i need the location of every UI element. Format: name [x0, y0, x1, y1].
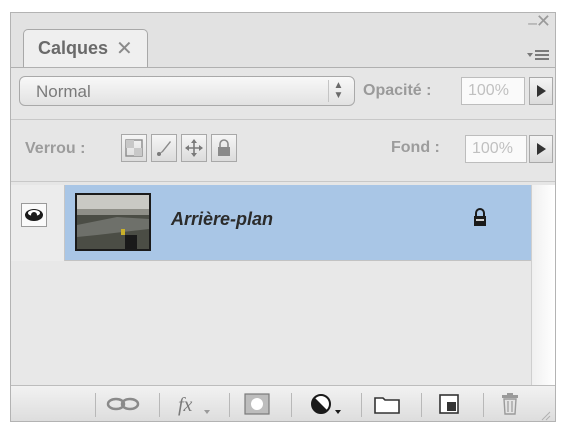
- new-layer-icon: [439, 394, 459, 414]
- layers-bottom-toolbar: fx: [11, 385, 555, 421]
- divider: [159, 393, 160, 417]
- fill-field[interactable]: 100%: [465, 135, 527, 163]
- adjustment-layer-button[interactable]: [299, 390, 355, 418]
- lock-position-icon: [185, 139, 203, 157]
- panel-tab-strip: Calques ✕ – ✕: [11, 13, 555, 68]
- link-layers-button[interactable]: [99, 390, 147, 418]
- tab-label: Calques: [38, 38, 109, 58]
- opacity-slider-button[interactable]: [529, 77, 553, 105]
- lock-image-pixels-button[interactable]: [151, 134, 177, 162]
- lock-all-icon: [218, 139, 230, 156]
- play-arrow-icon: [537, 85, 546, 97]
- layer-style-fx-icon: fx: [178, 394, 210, 416]
- new-layer-button[interactable]: [425, 390, 473, 418]
- lock-position-button[interactable]: [181, 134, 207, 162]
- resize-grip-icon[interactable]: [539, 409, 551, 421]
- divider: [11, 119, 555, 120]
- tab-calques[interactable]: Calques ✕: [23, 29, 148, 67]
- opacity-field[interactable]: 100%: [461, 77, 525, 105]
- layers-panel: Calques ✕ – ✕ Normal ▲ ▼ Opacité : 100% V…: [10, 12, 556, 422]
- new-group-icon: [374, 397, 400, 414]
- delete-layer-button[interactable]: [487, 390, 533, 418]
- blend-mode-select[interactable]: Normal ▲ ▼: [19, 76, 355, 106]
- lock-transparent-pixels-button[interactable]: [121, 134, 147, 162]
- lock-label: Verrou :: [25, 140, 86, 157]
- close-tab-icon[interactable]: ✕: [116, 39, 133, 59]
- lock-transparent-pixels-icon: [125, 139, 143, 157]
- fill-label: Fond :: [391, 139, 440, 156]
- close-panel-icon[interactable]: ✕: [536, 13, 551, 32]
- visibility-cell[interactable]: [11, 185, 65, 261]
- divider: [11, 181, 555, 182]
- svg-text:fx: fx: [178, 394, 193, 416]
- fill-slider-button[interactable]: [529, 135, 553, 163]
- layer-style-button[interactable]: fx: [169, 390, 219, 418]
- lock-row: Verrou : Fond : 100%: [11, 125, 555, 175]
- opacity-label: Opacité :: [363, 82, 432, 99]
- blend-mode-stepper-icon[interactable]: ▲ ▼: [328, 80, 348, 102]
- link-layers-icon: [106, 397, 140, 411]
- blend-row: Normal ▲ ▼ Opacité : 100%: [11, 68, 555, 116]
- divider: [291, 393, 292, 417]
- divider: [483, 393, 484, 417]
- add-mask-button[interactable]: [233, 390, 281, 418]
- eye-icon: [25, 209, 43, 221]
- lock-image-pixels-icon: [157, 141, 171, 156]
- layers-list: Arrière-plan: [11, 185, 531, 385]
- add-mask-icon: [244, 393, 270, 415]
- visibility-toggle[interactable]: [21, 203, 47, 227]
- play-arrow-icon: [537, 143, 546, 155]
- divider: [361, 393, 362, 417]
- divider: [95, 393, 96, 417]
- divider: [421, 393, 422, 417]
- blend-mode-value: Normal: [36, 82, 91, 101]
- adjustment-layer-icon: [311, 394, 341, 414]
- layer-row[interactable]: Arrière-plan: [11, 185, 531, 261]
- lock-all-button[interactable]: [211, 134, 237, 162]
- panel-menu-icon[interactable]: [525, 47, 551, 63]
- vertical-scrollbar[interactable]: [531, 185, 555, 385]
- layer-body[interactable]: Arrière-plan: [65, 185, 531, 260]
- layer-thumbnail: [75, 193, 151, 251]
- lock-icon: [474, 208, 486, 226]
- delete-layer-icon: [502, 393, 518, 415]
- new-group-button[interactable]: [363, 390, 411, 418]
- divider: [229, 393, 230, 417]
- layer-name[interactable]: Arrière-plan: [171, 209, 273, 230]
